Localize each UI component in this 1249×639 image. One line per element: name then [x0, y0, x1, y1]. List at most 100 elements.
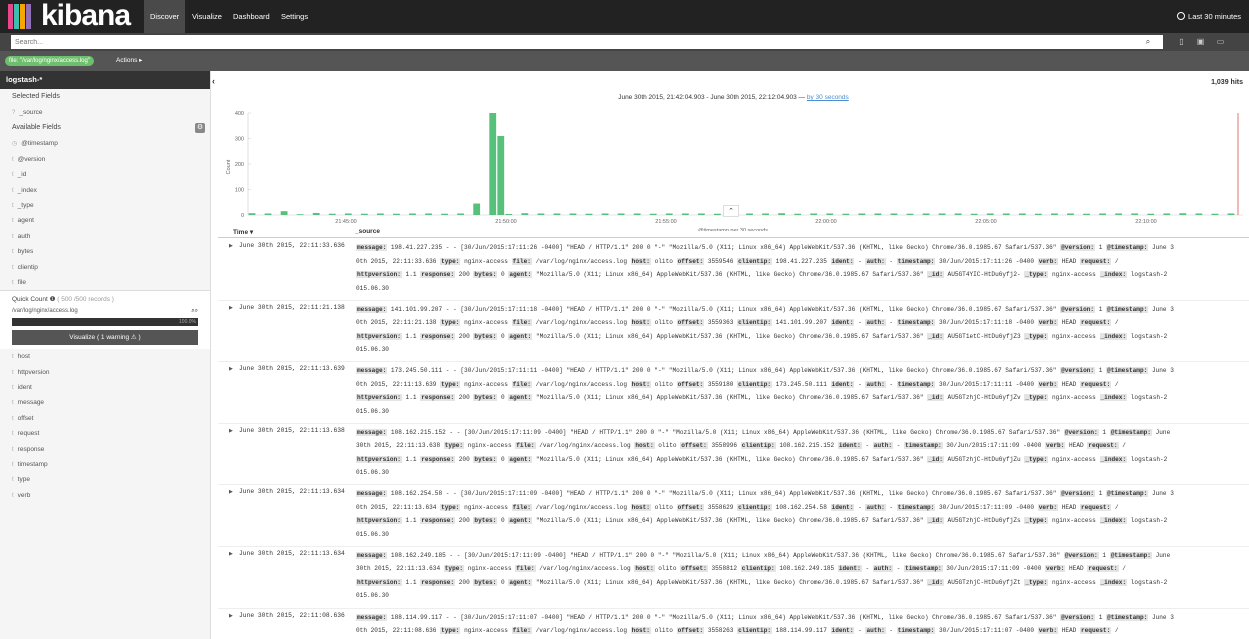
histogram-bar: [778, 213, 786, 215]
field-key: ident:: [830, 257, 855, 265]
table-row[interactable]: ▶ June 30th 2015, 22:11:13.639 message: 17…: [218, 362, 1249, 424]
field-item-verb[interactable]: t verb: [0, 488, 210, 503]
source-line: 015.06.30: [356, 589, 1246, 603]
save-icon[interactable]: ▣: [1196, 37, 1205, 47]
field-item-id[interactable]: t _id: [0, 167, 210, 182]
field-key: clientip:: [737, 380, 773, 388]
zoom-filter-icons[interactable]: ⌕⌕: [191, 306, 198, 317]
search-input[interactable]: [11, 35, 1163, 49]
field-value: /: [1118, 442, 1126, 450]
field-item-message[interactable]: t message: [0, 395, 210, 410]
field-item-httpversion[interactable]: t httpversion: [0, 365, 210, 380]
field-key: type:: [440, 319, 461, 327]
field-value: 1.1: [401, 455, 421, 463]
field-key: verb:: [1045, 442, 1066, 450]
new-document-icon[interactable]: ▯: [1177, 37, 1186, 47]
histogram-bar: [585, 213, 593, 215]
available-fields-list: ◷ @timestamp t @version t _id t _index t _type t ag…: [0, 136, 210, 290]
x-tick-label: 22:10:00: [1135, 219, 1156, 225]
field-value: 0th 2015, 22:11:21.138: [356, 319, 441, 327]
tab-visualize[interactable]: Visualize: [186, 0, 228, 33]
kibana-logo[interactable]: kibana: [8, 0, 138, 32]
field-item-response[interactable]: t response: [0, 442, 210, 457]
table-row[interactable]: ▶ June 30th 2015, 22:11:08.636 message: 18…: [218, 609, 1249, 639]
field-item-index[interactable]: t _index: [0, 183, 210, 198]
field-value: 015.06.30: [356, 284, 389, 292]
field-item-file[interactable]: t file: [0, 275, 210, 290]
tab-dashboard[interactable]: Dashboard: [227, 0, 276, 33]
field-item-bytes[interactable]: t bytes: [0, 244, 210, 259]
field-value: 200: [455, 394, 474, 402]
field-value: June 3: [1148, 613, 1174, 621]
time-column-header[interactable]: Time ▾: [233, 228, 253, 236]
visualize-button[interactable]: Visualize ( 1 warning ⚠ ): [12, 330, 198, 346]
filter-actions[interactable]: Actions ▸: [116, 56, 142, 66]
field-type-icon: t: [12, 279, 14, 286]
field-item-version[interactable]: t @version: [0, 152, 210, 167]
field-key: message:: [356, 305, 388, 313]
search-icon[interactable]: ⌕: [1141, 36, 1155, 48]
expand-row-icon[interactable]: ▶: [229, 551, 233, 557]
field-value: 30/Jun/2015:17:11:26 -0400: [935, 257, 1038, 265]
chevron-up-icon[interactable]: ⌃: [723, 205, 739, 217]
table-row[interactable]: ▶ June 30th 2015, 22:11:13.634 message: 10…: [218, 485, 1249, 547]
table-row[interactable]: ▶ June 30th 2015, 22:11:13.634 message: 10…: [218, 547, 1249, 609]
expand-row-icon[interactable]: ▶: [229, 428, 233, 434]
gear-icon[interactable]: ⚙: [195, 123, 205, 134]
field-name: ident: [17, 384, 32, 392]
field-value: 188.114.99.117 - - [30/Jun/2015:17:11:07…: [387, 613, 1061, 621]
field-item-type[interactable]: t type: [0, 472, 210, 487]
field-item-request[interactable]: t request: [0, 426, 210, 441]
available-fields-label: Available Fields: [12, 124, 61, 132]
row-source: message: 108.162.249.185 - - [30/Jun/201…: [356, 549, 1246, 603]
expand-row-icon[interactable]: ▶: [229, 366, 233, 372]
field-type-icon: t: [12, 369, 14, 376]
expand-row-icon[interactable]: ▶: [229, 613, 233, 619]
index-pattern-title[interactable]: logstash-*: [0, 71, 210, 89]
field-item-source[interactable]: ? _source: [0, 105, 210, 120]
field-item-clientip[interactable]: t clientip: [0, 260, 210, 275]
field-item-offset[interactable]: t offset: [0, 411, 210, 426]
expand-row-icon[interactable]: ▶: [229, 489, 233, 495]
field-item-auth[interactable]: t auth: [0, 229, 210, 244]
field-item-host[interactable]: t host: [0, 349, 210, 364]
expand-row-icon[interactable]: ▶: [229, 305, 233, 311]
table-row[interactable]: ▶ June 30th 2015, 22:11:21.138 message: 14…: [218, 301, 1249, 363]
field-key: ident:: [837, 442, 862, 450]
tab-discover[interactable]: Discover: [144, 0, 186, 33]
field-value: 108.162.254.58: [772, 503, 831, 511]
histogram-bar: [1147, 213, 1155, 215]
field-type-icon: t: [12, 156, 14, 163]
field-key: type:: [440, 503, 461, 511]
field-value: 141.101.99.207 - - [30/Jun/2015:17:11:18…: [387, 305, 1061, 313]
field-value: 30/Jun/2015:17:11:18 -0400: [935, 319, 1038, 327]
field-value: -: [885, 319, 897, 327]
open-folder-icon[interactable]: ▭: [1216, 37, 1225, 47]
table-row[interactable]: ▶ June 30th 2015, 22:11:13.638 message: 10…: [218, 424, 1249, 486]
collapse-sidebar-icon[interactable]: ‹: [212, 76, 215, 86]
source-line: httpversion: 1.1 response: 200 bytes: 0 …: [356, 514, 1246, 528]
tab-settings[interactable]: Settings: [275, 0, 314, 33]
field-item-timestamp[interactable]: t timestamp: [0, 457, 210, 472]
field-item-type[interactable]: t _type: [0, 198, 210, 213]
filter-pill[interactable]: file: "/var/log/nginx/access.log": [5, 56, 94, 66]
table-row[interactable]: ▶ June 30th 2015, 22:11:33.636 message: 19…: [218, 239, 1249, 301]
date-range-text: June 30th 2015, 21:42:04.903 - June 30th…: [618, 94, 806, 101]
field-item-ident[interactable]: t ident: [0, 380, 210, 395]
source-line: httpversion: 1.1 response: 200 bytes: 0 …: [356, 268, 1246, 282]
row-source: message: 173.245.50.111 - - [30/Jun/2015…: [356, 364, 1246, 418]
expand-row-icon[interactable]: ▶: [229, 243, 233, 249]
time-picker[interactable]: Last 30 minutes: [1177, 0, 1241, 33]
field-key: response:: [420, 517, 456, 525]
field-key: file:: [511, 503, 532, 511]
field-key: _index:: [1099, 332, 1128, 340]
field-item-timestamp[interactable]: ◷ @timestamp: [0, 136, 210, 151]
histogram-bar: [264, 213, 272, 215]
field-value: 1: [1098, 551, 1110, 559]
field-item-agent[interactable]: t agent: [0, 213, 210, 228]
field-name: timestamp: [17, 461, 48, 469]
interval-link[interactable]: by 30 seconds: [807, 94, 849, 101]
histogram-bar: [906, 213, 914, 215]
field-value: -: [854, 257, 866, 265]
field-value: "Mozilla/5.0 (X11; Linux x86_64) AppleWe…: [532, 394, 928, 402]
